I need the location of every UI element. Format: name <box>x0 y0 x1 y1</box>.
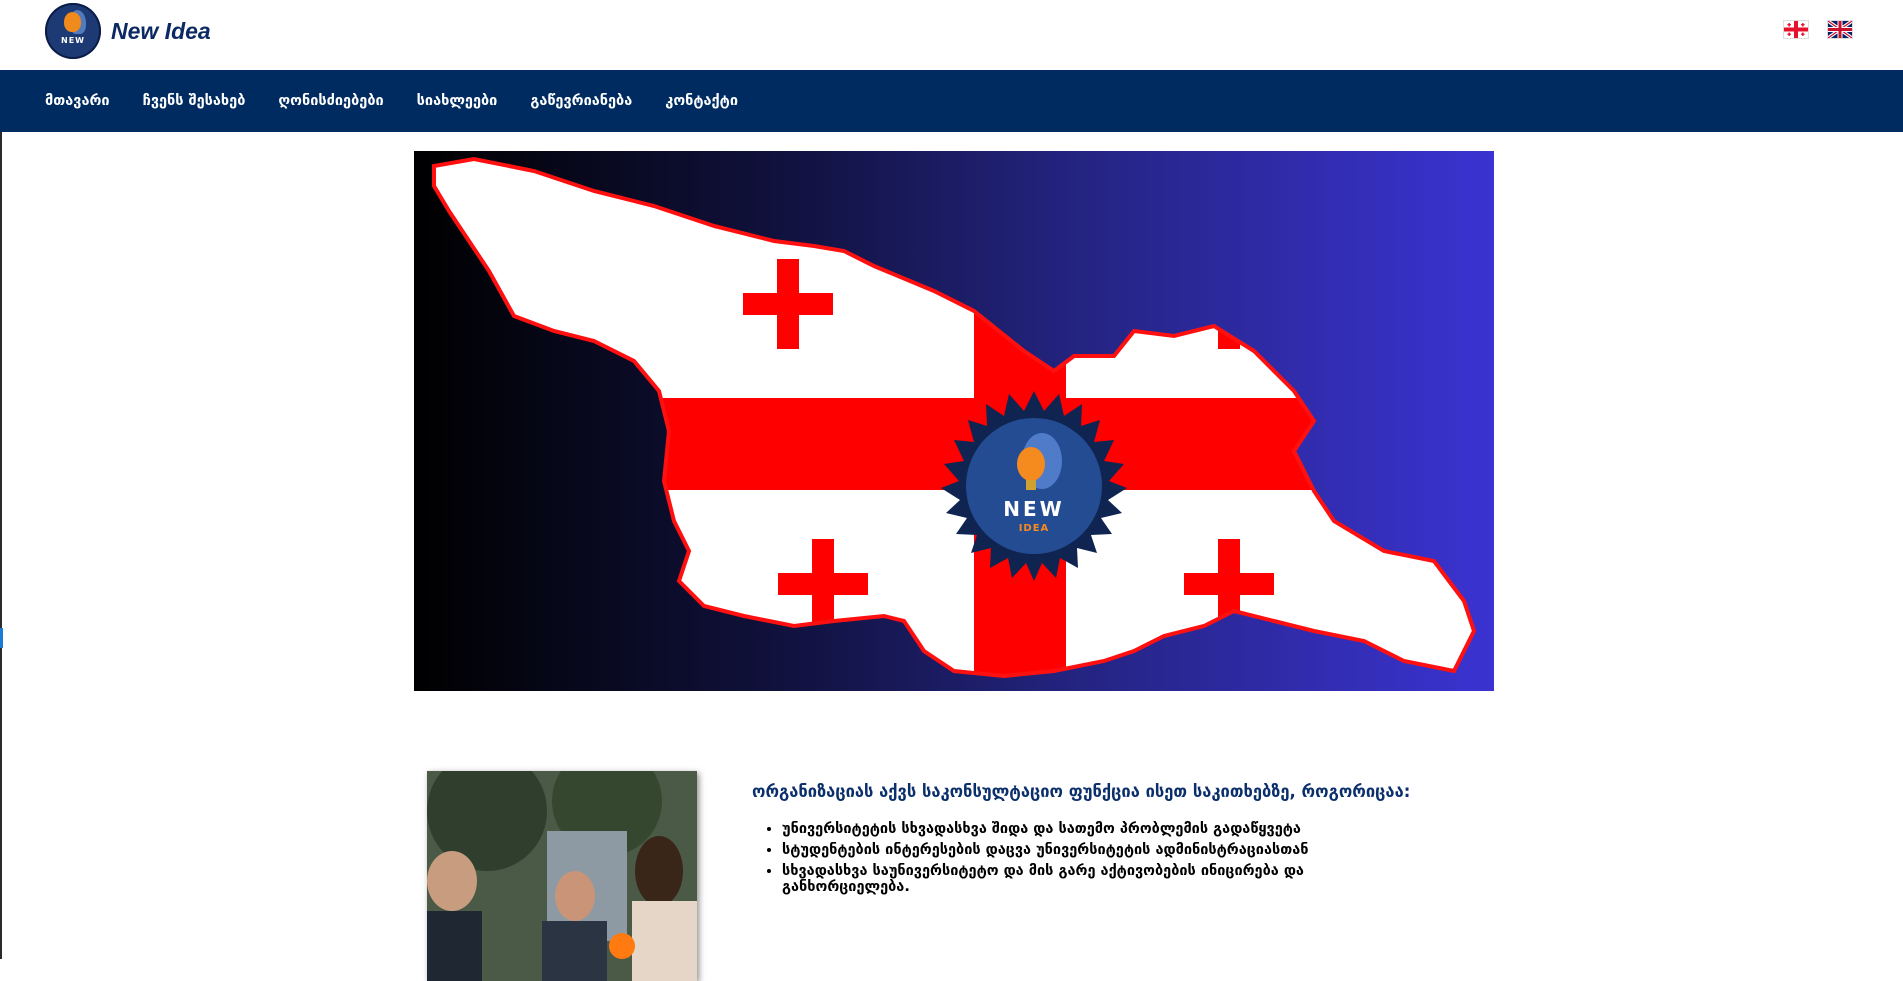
window-left-edge <box>0 0 2 959</box>
main-content: ორგანიზაციას აქვს საკონსულტაციო ფუნქცია … <box>752 770 1492 900</box>
georgian-flag-icon[interactable] <box>1783 20 1809 39</box>
nav-item-events[interactable]: ღონისძიებები <box>278 93 383 109</box>
students-photo-image <box>427 771 697 981</box>
scroll-marker <box>0 628 3 648</box>
logo-badge-text: NEW <box>61 36 85 45</box>
site-logo[interactable]: NEW New Idea <box>45 3 211 59</box>
nav-item-about[interactable]: ჩვენს შესახებ <box>143 93 246 109</box>
logo-text: New Idea <box>111 17 211 44</box>
language-switcher <box>1783 20 1853 39</box>
nav-item-news[interactable]: სიახლეები <box>417 93 498 109</box>
badge-idea-text: IDEA <box>1019 523 1050 534</box>
nav-item-membership[interactable]: გაწევრიანება <box>530 93 632 109</box>
main-nav: მთავარი ჩვენს შესახებ ღონისძიებები სიახლ… <box>0 70 1903 132</box>
hero-banner: NEW IDEA <box>414 151 1494 691</box>
georgia-map-flag-image: NEW IDEA <box>432 157 1476 678</box>
logo-badge-icon: NEW <box>45 3 101 59</box>
content-heading: ორგანიზაციას აქვს საკონსულტაციო ფუნქცია … <box>752 782 1411 801</box>
list-item: უნივერსიტეტის სხვადასხვა შიდა და სათემო … <box>782 821 1382 837</box>
list-item: სტუდენტების ინტერესების დაცვა უნივერსიტე… <box>782 842 1382 858</box>
nav-item-contact[interactable]: კონტაქტი <box>665 93 738 109</box>
uk-flag-icon[interactable] <box>1827 20 1853 39</box>
function-list: უნივერსიტეტის სხვადასხვა შიდა და სათემო … <box>752 821 1492 895</box>
nav-item-home[interactable]: მთავარი <box>45 93 110 109</box>
site-header: NEW New Idea <box>0 0 1903 70</box>
badge-new-text: NEW <box>1003 497 1064 521</box>
students-photo <box>427 771 697 981</box>
list-item: სხვადასხვა საუნივერსიტეტო და მის გარე აქ… <box>782 863 1382 895</box>
